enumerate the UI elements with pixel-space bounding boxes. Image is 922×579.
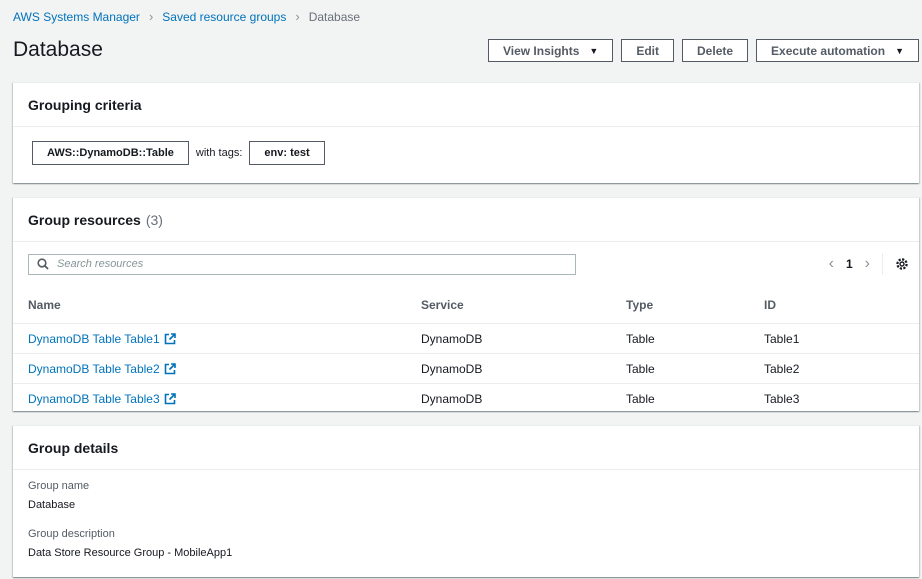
name-cell: DynamoDB Table Table1 [13, 323, 421, 354]
external-link-icon[interactable] [164, 393, 176, 405]
chevron-left-icon[interactable]: ‹ [829, 255, 834, 273]
column-header-service[interactable]: Service [421, 286, 626, 324]
caret-down-icon: ▼ [895, 45, 904, 56]
type-cell: Table [626, 323, 764, 354]
breadcrumb: AWS Systems Manager › Saved resource gro… [13, 9, 360, 24]
resources-table: Name Service Type ID DynamoDB Table Tabl… [13, 286, 919, 413]
group-description-value: Data Store Resource Group - MobileApp1 [28, 547, 233, 559]
group-resources-title-text: Group resources [28, 211, 141, 228]
resource-link[interactable]: DynamoDB Table Table1 [28, 332, 160, 346]
id-cell: Table1 [764, 323, 919, 354]
resource-link[interactable]: DynamoDB Table Table2 [28, 362, 160, 376]
chevron-right-icon: › [295, 9, 300, 24]
edit-button[interactable]: Edit [621, 39, 675, 62]
criteria-row: AWS::DynamoDB::Table with tags: env: tes… [13, 127, 919, 179]
delete-button[interactable]: Delete [682, 39, 749, 62]
group-name-value: Database [28, 499, 76, 511]
view-insights-button[interactable]: View Insights ▼ [487, 39, 614, 62]
type-cell: Table [626, 353, 764, 384]
panel-header: Grouping criteria [13, 83, 919, 127]
group-resources-panel: Group resources(3) ‹ 1 › Name Service Ty… [13, 197, 919, 411]
name-cell: DynamoDB Table Table3 [13, 384, 421, 414]
gear-icon[interactable] [895, 257, 909, 271]
header-actions: View Insights ▼ Edit Delete Execute auto… [487, 39, 919, 62]
column-header-id[interactable]: ID [764, 286, 919, 324]
grouping-criteria-panel: Grouping criteria AWS::DynamoDB::Table w… [13, 82, 919, 183]
group-name-label: Group name [28, 480, 90, 492]
resource-link[interactable]: DynamoDB Table Table3 [28, 392, 160, 406]
with-tags-label: with tags: [195, 147, 243, 159]
resources-toolbar: ‹ 1 › [13, 242, 919, 286]
service-cell: DynamoDB [421, 391, 483, 406]
service-cell: DynamoDB [421, 353, 626, 384]
resource-type-box: AWS::DynamoDB::Table [32, 141, 189, 165]
resource-count: (3) [145, 211, 163, 228]
search-icon [37, 258, 49, 270]
execute-automation-label: Execute automation [771, 43, 886, 58]
chevron-right-icon[interactable]: › [865, 255, 870, 273]
pagination: ‹ 1 › [829, 242, 909, 286]
group-description-label: Group description [28, 528, 115, 540]
group-details-title: Group details [28, 439, 119, 456]
caret-down-icon: ▼ [589, 45, 599, 56]
column-header-name[interactable]: Name [13, 286, 421, 324]
name-cell: DynamoDB Table Table2 [13, 353, 421, 384]
grouping-criteria-title: Grouping criteria [28, 96, 142, 113]
panel-header: Group details [13, 426, 919, 470]
tag-box: env: test [249, 141, 325, 165]
search-input[interactable] [55, 257, 559, 271]
id-cell: Table3 [764, 391, 800, 406]
table-header-row: Name Service Type ID [13, 286, 919, 324]
view-insights-label: View Insights [502, 43, 580, 58]
type-cell: Table [626, 391, 655, 406]
search-box [28, 253, 576, 275]
table-row: DynamoDB Table Table1 DynamoDB Table Tab… [13, 323, 919, 354]
external-link-icon[interactable] [164, 363, 176, 375]
page-title: Database [13, 38, 103, 61]
table-row: DynamoDB Table Table3 DynamoDB Table Tab… [13, 384, 919, 414]
breadcrumb-link-systems-manager[interactable]: AWS Systems Manager [13, 10, 140, 24]
breadcrumb-link-saved-resource-groups[interactable]: Saved resource groups [162, 10, 286, 24]
page-number[interactable]: 1 [846, 257, 853, 271]
table-row: DynamoDB Table Table2 DynamoDB Table Tab… [13, 353, 919, 384]
execute-automation-button[interactable]: Execute automation ▼ [756, 39, 919, 62]
divider [882, 253, 883, 275]
column-header-type[interactable]: Type [626, 286, 764, 324]
breadcrumb-current: Database [308, 9, 361, 24]
group-details-panel: Group details Group name Database Group … [13, 425, 919, 577]
chevron-right-icon: › [148, 9, 154, 24]
details-body: Group name Database Group description Da… [13, 470, 919, 559]
panel-header: Group resources (3) [13, 198, 919, 242]
external-link-icon[interactable] [164, 333, 176, 345]
group-resources-title: Group resources (3) [28, 212, 163, 228]
service-cell: DynamoDB [421, 323, 626, 354]
id-cell: Table2 [764, 353, 919, 384]
